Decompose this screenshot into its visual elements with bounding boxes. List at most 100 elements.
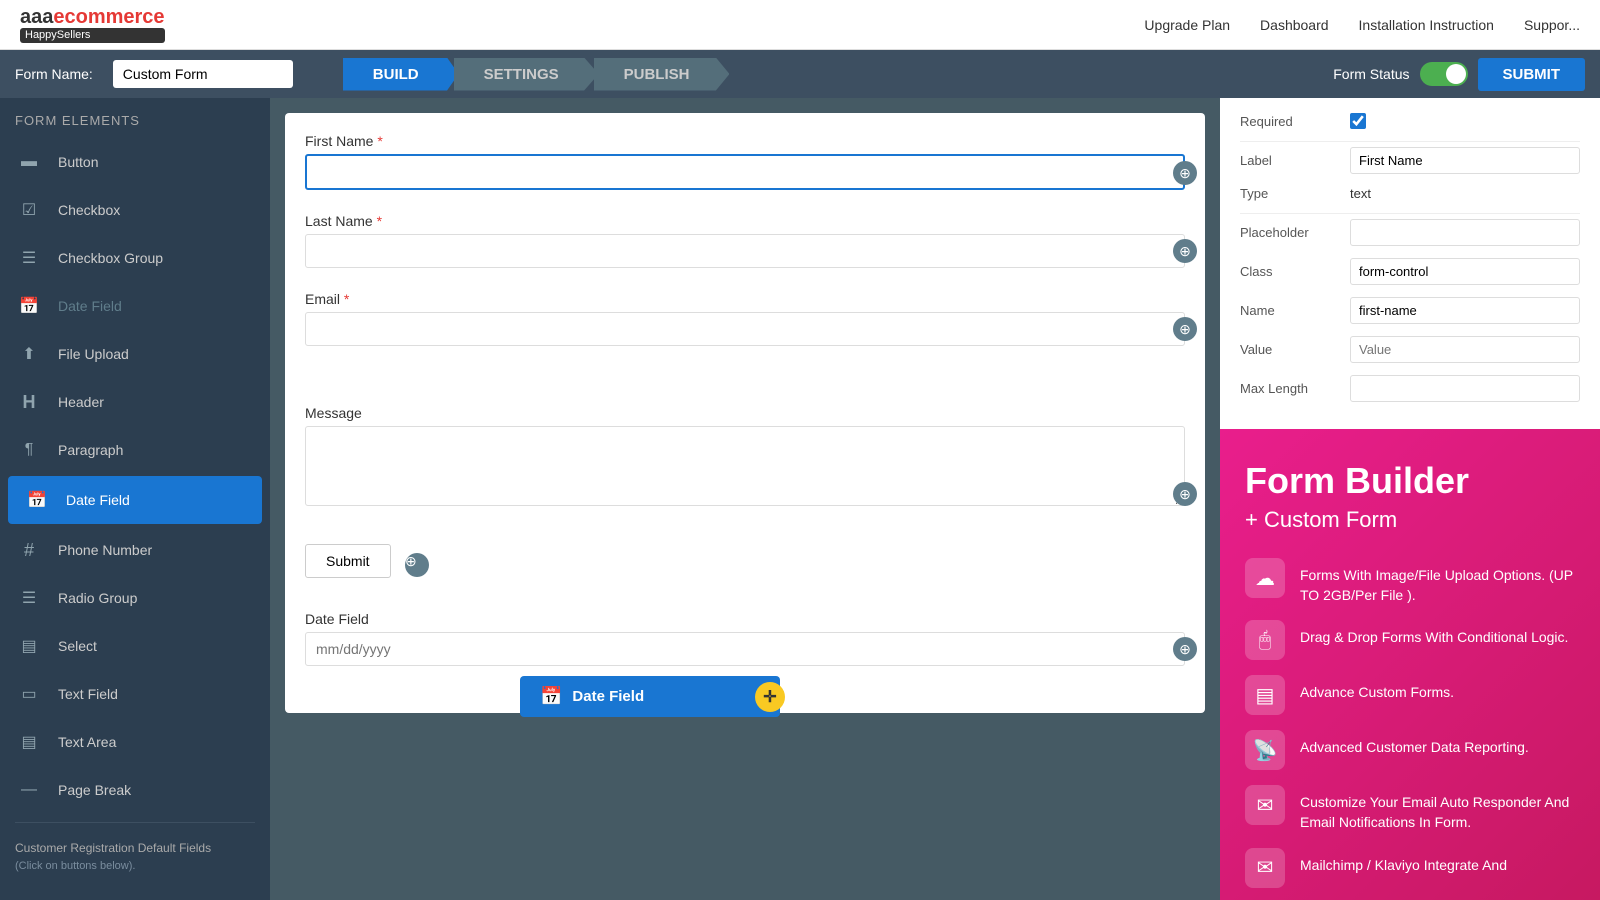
message-label: Message	[305, 405, 1185, 421]
logo-tagline: HappySellers	[20, 28, 165, 42]
prop-divider-2	[1240, 213, 1580, 214]
first-name-label: First Name *	[305, 133, 1185, 149]
class-input[interactable]	[1350, 258, 1580, 285]
form-canvas: First Name * ⊕ Last Name * ⊕ Email *	[270, 98, 1220, 900]
sidebar-item-button[interactable]: ▬ Button	[0, 138, 270, 186]
prop-maxlength-row: Max Length	[1240, 375, 1580, 402]
form-name-input[interactable]	[113, 60, 293, 88]
sidebar-item-select[interactable]: ▤ Select	[0, 622, 270, 670]
sidebar-item-label: Select	[58, 638, 97, 654]
message-textarea[interactable]	[305, 426, 1185, 506]
sidebar-item-add-address-1[interactable]: 👤 Add Address Line 1	[0, 890, 270, 900]
file-upload-icon: ⬆	[15, 340, 43, 368]
prop-required-row: Required	[1240, 113, 1580, 129]
field-group-last-name: Last Name * ⊕	[305, 213, 1185, 268]
feature-text-1: Drag & Drop Forms With Conditional Logic…	[1300, 620, 1568, 648]
promo-feature-2: ▤ Advance Custom Forms.	[1245, 675, 1575, 715]
type-label: Type	[1240, 186, 1340, 201]
prop-placeholder-row: Placeholder	[1240, 219, 1580, 246]
promo-feature-5: ✉ Mailchimp / Klaviyo Integrate And	[1245, 848, 1575, 888]
promo-feature-3: 📡 Advanced Customer Data Reporting.	[1245, 730, 1575, 770]
nav-installation[interactable]: Installation Instruction	[1359, 17, 1494, 33]
maxlength-label: Max Length	[1240, 381, 1340, 396]
form-status-toggle[interactable]	[1420, 62, 1468, 86]
tab-settings[interactable]: SETTINGS	[454, 58, 599, 91]
promo-feature-0: ☁ Forms With Image/File Upload Options. …	[1245, 558, 1575, 605]
sidebar-item-phone-number[interactable]: # Phone Number	[0, 526, 270, 574]
sidebar-item-label: Checkbox	[58, 202, 120, 218]
promo-feature-4: ✉ Customize Your Email Auto Responder An…	[1245, 785, 1575, 832]
sidebar: Form Elements ▬ Button ☑ Checkbox ☰ Chec…	[0, 98, 270, 900]
last-name-label: Last Name *	[305, 213, 1185, 229]
field-group-email: Email * 📅 Date Field ✛ ⊕	[305, 291, 1185, 346]
text-field-icon: ▭	[15, 680, 43, 708]
first-name-add-btn[interactable]: ⊕	[1173, 161, 1197, 185]
cloud-upload-icon: ☁	[1245, 558, 1285, 598]
label-input[interactable]	[1350, 147, 1580, 174]
header-icon: H	[15, 388, 43, 416]
required-checkbox[interactable]	[1350, 113, 1366, 129]
nav-dashboard[interactable]: Dashboard	[1260, 17, 1329, 33]
message-add-btn[interactable]: ⊕	[1173, 482, 1197, 506]
name-label: Name	[1240, 303, 1340, 318]
sidebar-item-label: File Upload	[58, 346, 129, 362]
value-input[interactable]	[1350, 336, 1580, 363]
sidebar-item-page-break[interactable]: — Page Break	[0, 766, 270, 814]
promo-section: Form Builder + Custom Form ☁ Forms With …	[1220, 429, 1600, 900]
sidebar-item-label: Phone Number	[58, 542, 152, 558]
required-label: Required	[1240, 114, 1340, 129]
sidebar-item-header[interactable]: H Header	[0, 378, 270, 426]
tab-build[interactable]: BUILD	[343, 58, 459, 91]
sidebar-item-label: Date Field	[58, 298, 122, 314]
sidebar-item-label: Text Field	[58, 686, 118, 702]
phone-number-icon: #	[15, 536, 43, 564]
sidebar-item-label: Page Break	[58, 782, 131, 798]
email-add-btn[interactable]: ⊕	[1173, 317, 1197, 341]
nav-upgrade[interactable]: Upgrade Plan	[1144, 17, 1230, 33]
sidebar-item-text-field[interactable]: ▭ Text Field	[0, 670, 270, 718]
main-content: Form Elements ▬ Button ☑ Checkbox ☰ Chec…	[0, 98, 1600, 900]
last-name-input[interactable]	[305, 234, 1185, 268]
prop-value-row: Value	[1240, 336, 1580, 363]
right-panel: Required Label Type text Placeholder Cla…	[1220, 98, 1600, 900]
promo-subtitle: + Custom Form	[1245, 507, 1575, 533]
tab-publish[interactable]: PUBLISH	[594, 58, 730, 91]
feature-text-5: Mailchimp / Klaviyo Integrate And	[1300, 848, 1507, 876]
sidebar-item-date-field-dragging[interactable]: 📅 Date Field	[8, 476, 262, 524]
email-label: Email *	[305, 291, 1185, 307]
field-group-message: Message ⊕	[305, 405, 1185, 511]
maxlength-input[interactable]	[1350, 375, 1580, 402]
feature-text-4: Customize Your Email Auto Responder And …	[1300, 785, 1575, 832]
name-input[interactable]	[1350, 297, 1580, 324]
first-name-input[interactable]	[305, 154, 1185, 190]
checkbox-group-icon: ☰	[15, 244, 43, 272]
last-name-add-btn[interactable]: ⊕	[1173, 239, 1197, 263]
sidebar-item-text-area[interactable]: ▤ Text Area	[0, 718, 270, 766]
field-group-first-name: First Name * ⊕	[305, 133, 1185, 190]
submit-button[interactable]: SUBMIT	[1478, 58, 1586, 91]
reporting-icon: 📡	[1245, 730, 1285, 770]
form-status-area: Form Status SUBMIT	[1333, 58, 1585, 91]
drag-cursor-icon: ✛	[755, 682, 785, 712]
nav-support[interactable]: Suppor...	[1524, 17, 1580, 33]
sidebar-item-checkbox[interactable]: ☑ Checkbox	[0, 186, 270, 234]
form-submit-button[interactable]: Submit	[305, 544, 391, 578]
submit-add-btn[interactable]: ⊕	[405, 553, 429, 577]
sidebar-item-checkbox-group[interactable]: ☰ Checkbox Group	[0, 234, 270, 282]
sidebar-divider	[15, 822, 255, 823]
placeholder-input[interactable]	[1350, 219, 1580, 246]
date-field-input[interactable]	[305, 632, 1185, 666]
text-area-icon: ▤	[15, 728, 43, 756]
sidebar-item-radio-group[interactable]: ☰ Radio Group	[0, 574, 270, 622]
prop-type-row: Type text	[1240, 186, 1580, 201]
sidebar-item-paragraph[interactable]: ¶ Paragraph	[0, 426, 270, 474]
date-field-icon: 📅	[15, 292, 43, 320]
drag-drop-icon: 🖱	[1245, 620, 1285, 660]
sidebar-item-file-upload[interactable]: ⬆ File Upload	[0, 330, 270, 378]
date-add-btn[interactable]: ⊕	[1173, 637, 1197, 661]
mailchimp-icon: ✉	[1245, 848, 1285, 888]
page-break-icon: —	[15, 776, 43, 804]
properties-section: Required Label Type text Placeholder Cla…	[1220, 98, 1600, 429]
email-input[interactable]	[305, 312, 1185, 346]
sidebar-item-date-field[interactable]: 📅 Date Field	[0, 282, 270, 330]
